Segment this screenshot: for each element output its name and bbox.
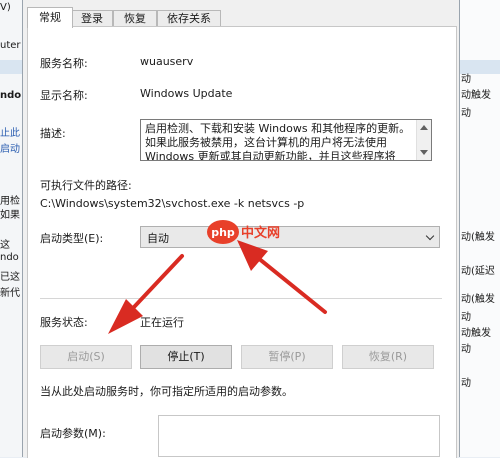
- description-text: 启用检测、下载和安装 Windows 和其他程序的更新。如果此服务被禁用，这台计…: [145, 122, 411, 161]
- description-box[interactable]: 启用检测、下载和安装 Windows 和其他程序的更新。如果此服务被禁用，这台计…: [140, 119, 432, 161]
- bg-left-link[interactable]: 止此: [0, 124, 22, 139]
- bg-right-text: 动触发: [461, 328, 491, 339]
- bg-left-text: 如果: [0, 210, 20, 221]
- bg-left-text: 这: [0, 240, 10, 251]
- tab-general[interactable]: 常规: [27, 7, 73, 28]
- bg-right-text: 动触发: [461, 90, 491, 101]
- tab-logon[interactable]: 登录: [71, 10, 113, 27]
- display-name-value: Windows Update: [140, 87, 233, 100]
- start-button[interactable]: 启动(S): [40, 345, 132, 369]
- service-status-label: 服务状态:: [40, 316, 88, 329]
- bg-right-text: 动: [461, 378, 471, 389]
- bg-left-link[interactable]: 启动: [0, 140, 22, 155]
- service-status-value: 正在运行: [140, 316, 184, 329]
- bg-right-text: 动: [461, 312, 471, 323]
- startup-type-value: 自动: [147, 232, 169, 245]
- service-name-label: 服务名称:: [40, 57, 88, 70]
- bg-right-text: 动(延迟: [461, 266, 495, 277]
- chevron-down-icon: [425, 231, 435, 241]
- bg-left-text: V): [0, 2, 11, 13]
- executable-path-value: C:\Windows\system32\svchost.exe -k netsv…: [40, 197, 305, 210]
- display-name-label: 显示名称:: [40, 89, 88, 102]
- start-params-label: 启动参数(M):: [40, 427, 106, 440]
- stop-button[interactable]: 停止(T): [140, 345, 232, 369]
- tab-dependencies[interactable]: 依存关系: [157, 10, 221, 27]
- bg-left-text: 已这: [0, 272, 20, 283]
- resume-button[interactable]: 恢复(R): [342, 345, 434, 369]
- bg-left-text: uter: [0, 40, 21, 51]
- scroll-down-icon[interactable]: [420, 150, 428, 155]
- start-params-input[interactable]: [158, 415, 440, 457]
- description-scrollbar[interactable]: [416, 120, 431, 160]
- description-label: 描述:: [40, 127, 66, 140]
- bg-left-text: ndo: [0, 90, 22, 101]
- section-divider: [40, 298, 442, 299]
- bg-left-text: 用检: [0, 196, 20, 207]
- start-params-hint: 当从此处启动服务时，你可指定所适用的启动参数。: [40, 385, 293, 398]
- bg-left-text: ndo: [0, 252, 19, 263]
- bg-right-text: 动(触发: [461, 294, 495, 305]
- executable-path-label: 可执行文件的路径:: [40, 179, 132, 192]
- watermark-php-text: php: [211, 226, 235, 239]
- background-selection-band: [0, 60, 22, 74]
- php-cn-watermark-logo: php 中文网: [207, 220, 280, 244]
- scroll-up-icon[interactable]: [420, 125, 428, 130]
- service-name-value: wuauserv: [140, 55, 194, 68]
- bg-right-text: 动: [461, 74, 471, 85]
- tab-bar: 常规 登录 恢复 依存关系: [23, 0, 459, 28]
- background-services-right: 动 动触发 动 动(触发 动(延迟 动(触发 动 动触发 动 动: [458, 0, 500, 457]
- bg-right-text: 动: [461, 108, 471, 119]
- watermark-site-text: 中文网: [241, 225, 280, 241]
- startup-type-label: 启动类型(E):: [40, 232, 104, 245]
- bg-right-text: 动(触发: [461, 232, 495, 243]
- pause-button[interactable]: 暂停(P): [241, 345, 333, 369]
- tab-recovery[interactable]: 恢复: [113, 10, 157, 27]
- bg-right-text: 动: [461, 344, 471, 355]
- background-services-left: V) uter ndo 止此 启动 用检 如果 这 ndo 已这 新代: [0, 0, 23, 457]
- bg-left-text: 新代: [0, 288, 20, 299]
